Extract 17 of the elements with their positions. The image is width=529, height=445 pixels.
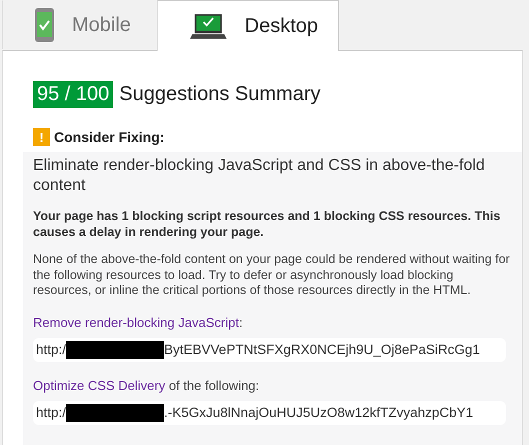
tab[interactable]: Desktop <box>157 0 339 51</box>
url-text: .-K5GxJu8lNnajOuHUJ5UzO8w12kfTZvyahzpCbY1 <box>164 405 474 420</box>
resource-heading: Optimize CSS Delivery of the following: <box>33 378 260 392</box>
rule-summary: Your page has 1 blocking script resources and 1 blocking CSS resources. This causes a delay in rendering your page. <box>33 208 502 240</box>
rule-title: Eliminate render-blocking JavaScript and CSS in above-the-fold content <box>33 156 486 196</box>
rule-description: None of the above-the-fold content on your page could be rendered without waiting for the following resources to load. Try to defer or asynchronously load blocking resources, or inline the critical portions of those resources directly in the HTML. <box>33 252 511 298</box>
phone-icon <box>35 8 54 42</box>
warning-icon: ! <box>33 128 50 146</box>
url-text: http:/ <box>36 405 66 420</box>
section-heading: Consider Fixing: <box>54 129 164 145</box>
summary-title: Suggestions Summary <box>119 83 320 106</box>
rule-link[interactable]: Remove render-blocking JavaScript <box>33 314 239 330</box>
rule-link[interactable]: Optimize CSS Delivery <box>33 378 166 392</box>
url-text: http:/ <box>36 342 66 357</box>
resource-heading: Remove render-blocking JavaScript: <box>33 314 244 330</box>
url-text: BytEBVVePTNtSFXgRX0NCEjh9U_Oj8ePaSiRcGg1 <box>164 342 480 357</box>
score-badge: 95 / 100 <box>33 81 114 108</box>
